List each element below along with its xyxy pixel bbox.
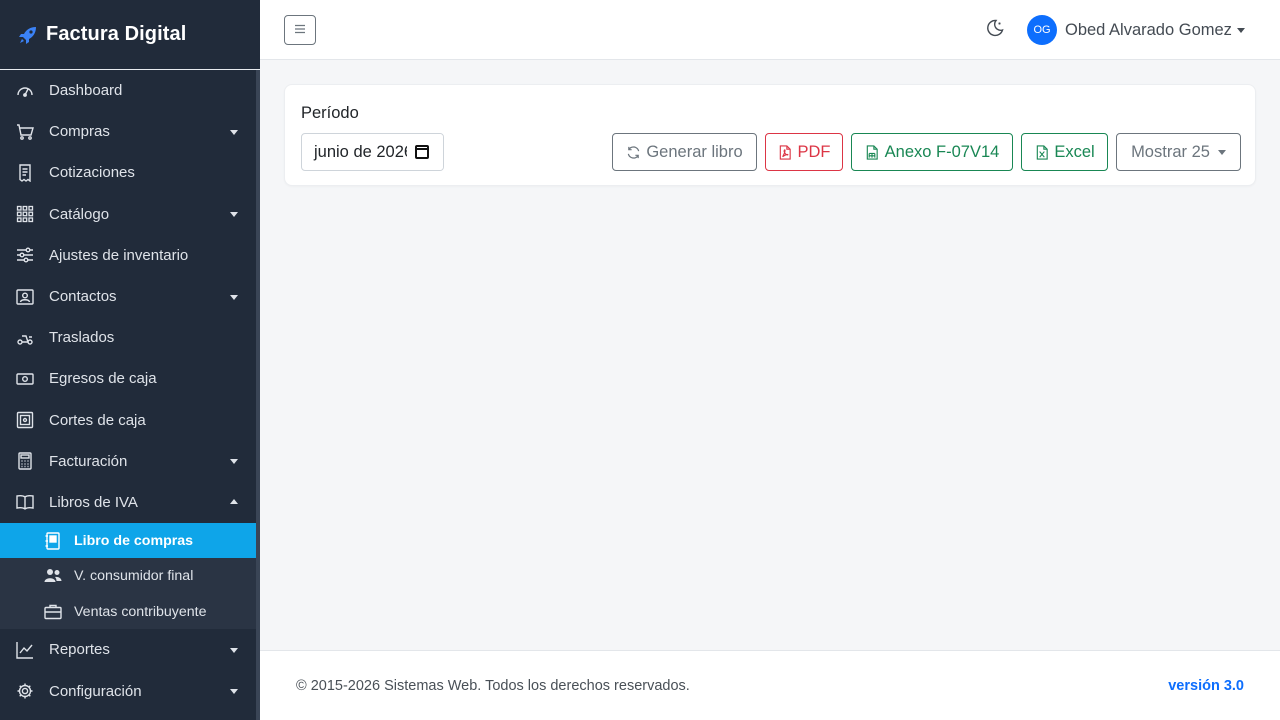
sidebar-item-label: Dashboard <box>49 82 123 100</box>
sidebar-item-label: Catálogo <box>49 205 110 223</box>
scooter-icon <box>16 329 34 347</box>
excel-button[interactable]: Excel <box>1021 133 1108 171</box>
sidebar-item-label: Egresos de caja <box>49 370 157 388</box>
chart-line-icon <box>16 641 34 659</box>
calculator-icon <box>16 452 34 470</box>
submenu-item-label: V. consumidor final <box>74 568 194 585</box>
avatar: OG <box>1027 15 1057 45</box>
contact-card-icon <box>16 288 34 306</box>
mostrar-dropdown-button[interactable]: Mostrar 25 <box>1116 133 1241 171</box>
dashboard-icon <box>16 82 34 100</box>
file-spreadsheet-icon <box>865 144 880 160</box>
cart-icon <box>16 123 34 141</box>
version-text: versión 3.0 <box>1168 678 1244 694</box>
chevron-down-icon <box>230 294 238 300</box>
chevron-down-icon <box>230 212 238 218</box>
people-icon <box>44 567 62 585</box>
file-excel-icon <box>1034 144 1049 160</box>
pdf-label: PDF <box>797 142 831 161</box>
chevron-down-icon <box>1236 27 1245 33</box>
sidebar-item-libros-iva[interactable]: Libros de IVA <box>0 482 260 523</box>
excel-label: Excel <box>1054 142 1095 161</box>
receipt-icon <box>16 164 34 182</box>
grid-icon <box>16 205 34 223</box>
theme-toggle-button[interactable] <box>984 19 1006 41</box>
sidebar-item-label: Contactos <box>49 288 117 306</box>
pdf-button[interactable]: PDF <box>765 133 843 171</box>
chevron-up-icon <box>230 499 238 505</box>
sidebar-toggle-button[interactable] <box>284 15 316 45</box>
anexo-label: Anexo F-07V14 <box>884 142 1000 161</box>
generar-libro-label: Generar libro <box>646 142 743 161</box>
user-menu-dropdown[interactable]: OG Obed Alvarado Gomez <box>1027 15 1245 45</box>
sidebar-item-dashboard[interactable]: Dashboard <box>0 70 260 111</box>
chevron-down-icon <box>230 647 238 653</box>
sidebar-item-compras[interactable]: Compras <box>0 111 260 152</box>
sliders-icon <box>16 246 34 264</box>
sidebar-item-label: Cortes de caja <box>49 411 146 429</box>
submenu-item-libro-compras[interactable]: Libro de compras <box>0 523 256 559</box>
sidebar-item-label: Cotizaciones <box>49 164 135 182</box>
moon-icon <box>985 18 1005 43</box>
page-footer: © 2015-2026 Sistemas Web. Todos los dere… <box>260 650 1280 720</box>
libros-iva-submenu: Libro de compras V. consumidor final Ven… <box>0 523 256 630</box>
user-name: Obed Alvarado Gomez <box>1065 20 1232 39</box>
periodo-label: Período <box>301 104 359 122</box>
book-icon <box>16 493 34 511</box>
mostrar-label: Mostrar 25 <box>1131 142 1210 161</box>
submenu-item-ventas-contribuyente[interactable]: Ventas contribuyente <box>0 594 256 629</box>
sidebar-item-label: Libros de IVA <box>49 493 138 511</box>
generar-libro-button[interactable]: Generar libro <box>612 133 757 171</box>
periodo-month-input[interactable]: junio de 2026 <box>301 133 444 171</box>
journal-icon <box>44 532 62 550</box>
sidebar-item-egresos-caja[interactable]: Egresos de caja <box>0 358 260 399</box>
sidebar-item-label: Facturación <box>49 452 128 470</box>
submenu-item-label: Libro de compras <box>74 532 194 549</box>
refresh-icon <box>626 145 641 160</box>
submenu-item-label: Ventas contribuyente <box>74 603 207 620</box>
hamburger-icon <box>294 23 306 37</box>
chevron-down-icon <box>230 129 238 135</box>
sidebar-item-facturacion[interactable]: Facturación <box>0 441 260 482</box>
safe-icon <box>16 411 34 429</box>
copyright-text: © 2015-2026 Sistemas Web. Todos los dere… <box>296 678 690 694</box>
chevron-down-icon <box>1217 149 1226 155</box>
sidebar-item-configuracion[interactable]: Configuración <box>0 670 260 711</box>
filter-card: Período junio de 2026 Generar libro PDF … <box>284 84 1256 186</box>
sidebar-item-label: Reportes <box>49 641 110 659</box>
sidebar-item-label: Ajustes de inventario <box>49 246 189 264</box>
chevron-down-icon <box>230 459 238 465</box>
brand-title: Factura Digital <box>46 23 187 45</box>
sidebar-item-reportes[interactable]: Reportes <box>0 629 260 670</box>
calendar-icon[interactable] <box>415 145 429 159</box>
periodo-value: junio de 2026 <box>314 142 414 161</box>
file-pdf-icon <box>778 144 793 160</box>
sidebar-item-traslados[interactable]: Traslados <box>0 317 260 358</box>
sidebar-item-cotizaciones[interactable]: Cotizaciones <box>0 152 260 193</box>
cash-icon <box>16 370 34 388</box>
sidebar-item-cortes-caja[interactable]: Cortes de caja <box>0 400 260 441</box>
sidebar: Factura Digital Dashboard Compras Cotiza… <box>0 0 260 720</box>
top-header: OG Obed Alvarado Gomez <box>260 0 1280 60</box>
anexo-button[interactable]: Anexo F-07V14 <box>851 133 1013 171</box>
brand[interactable]: Factura Digital <box>0 0 260 70</box>
sidebar-item-catalogo[interactable]: Catálogo <box>0 194 260 235</box>
sidebar-item-label: Configuración <box>49 682 142 700</box>
submenu-item-consumidor-final[interactable]: V. consumidor final <box>0 558 256 593</box>
chevron-down-icon <box>230 689 238 695</box>
sidebar-item-contactos[interactable]: Contactos <box>0 276 260 317</box>
sidebar-item-label: Traslados <box>49 329 115 347</box>
briefcase-icon <box>44 603 62 621</box>
sidebar-item-ajustes-inventario[interactable]: Ajustes de inventario <box>0 235 260 276</box>
sidebar-nav: Dashboard Compras Cotizaciones Catálogo … <box>0 70 260 712</box>
gear-icon <box>16 682 34 700</box>
rocket-icon <box>18 25 38 45</box>
sidebar-item-label: Compras <box>49 123 110 141</box>
